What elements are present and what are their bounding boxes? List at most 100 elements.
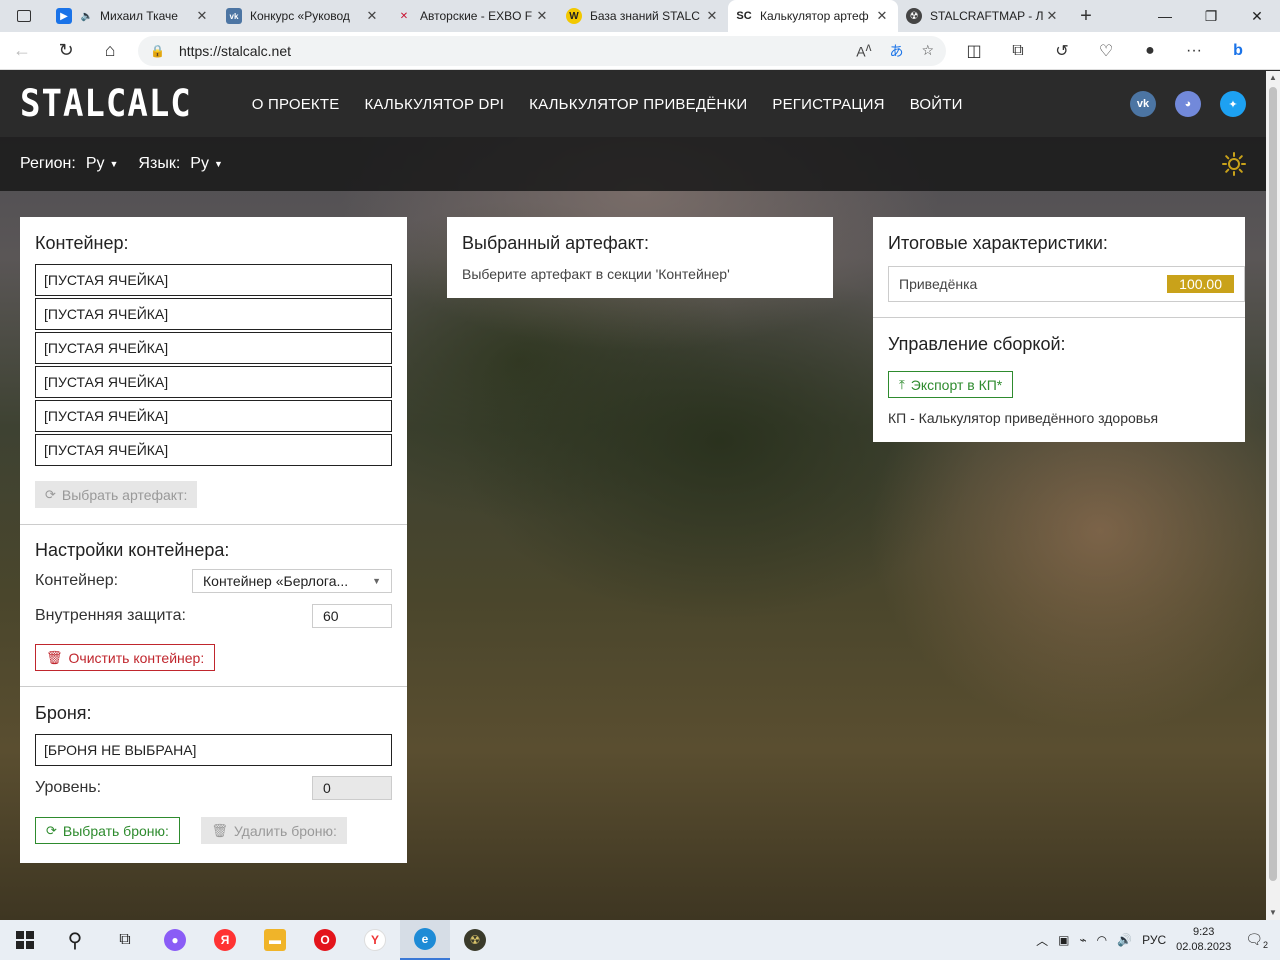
browser-tab[interactable]: W База знаний STALC ✕ <box>558 0 728 32</box>
select-artifact-button[interactable]: ⟳ Выбрать артефакт: <box>35 481 198 508</box>
container-slot[interactable]: [ПУСТАЯ ЯЧЕЙКА] <box>35 264 392 296</box>
export-button[interactable]: ⤒ Экспорт в КП* <box>888 371 1014 398</box>
speaker-icon[interactable]: 🔈 <box>80 8 94 24</box>
more-menu-icon[interactable]: ··· <box>1172 42 1216 60</box>
browser-tab[interactable]: ✕ Авторские - EXBO F ✕ <box>388 0 558 32</box>
close-icon[interactable]: ✕ <box>364 8 380 24</box>
scrollbar-thumb[interactable] <box>1269 87 1277 881</box>
language-select[interactable]: Ру ▼ <box>190 155 223 173</box>
region-label: Регион: <box>20 155 76 172</box>
menu-item-about[interactable]: О ПРОЕКТЕ <box>252 96 340 113</box>
twitter-icon[interactable]: ✦ <box>1220 91 1246 117</box>
container-slot[interactable]: [ПУСТАЯ ЯЧЕЙКА] <box>35 332 392 364</box>
delete-armor-button[interactable]: 🗑 Удалить броню: <box>201 817 347 844</box>
container-slot[interactable]: [ПУСТАЯ ЯЧЕЙКА] <box>35 298 392 330</box>
home-icon[interactable]: ⌂ <box>88 40 132 61</box>
notifications-icon[interactable]: 🗨2 <box>1245 931 1268 950</box>
browser-tab-active[interactable]: SC Калькулятор артеф ✕ <box>728 0 898 32</box>
vk-icon[interactable]: vk <box>1130 91 1156 117</box>
stalcraft-icon[interactable]: ☢ <box>450 920 500 960</box>
task-view-icon[interactable]: ⧉ <box>100 920 150 960</box>
caret-down-icon: ▼ <box>109 159 119 169</box>
profile-avatar-icon[interactable]: ● <box>1128 42 1172 60</box>
scroll-up-icon[interactable]: ▲ <box>1266 71 1280 85</box>
close-icon[interactable]: ✕ <box>874 8 890 24</box>
page-scrollbar[interactable]: ▲ ▼ <box>1266 71 1280 920</box>
volume-icon[interactable]: 🔊 <box>1117 933 1132 947</box>
radiation-icon: ☢ <box>906 8 922 24</box>
refresh-icon[interactable]: ↻ <box>44 40 88 61</box>
internal-protection-input[interactable]: 60 <box>312 604 392 628</box>
bing-icon[interactable]: b <box>1216 42 1260 60</box>
stat-row: Приведёнка 100.00 <box>888 266 1245 302</box>
browser-tab[interactable]: ▶ 🔈 Михаил Ткаче ✕ <box>48 0 218 32</box>
close-window-icon[interactable]: ✕ <box>1234 0 1280 32</box>
file-explorer-icon[interactable]: ▬ <box>250 920 300 960</box>
split-screen-icon[interactable]: ◫ <box>952 41 996 61</box>
theme-toggle-sun-icon[interactable] <box>1222 152 1246 176</box>
discord-icon[interactable]: ◕ <box>1175 91 1201 117</box>
main-menu: О ПРОЕКТЕ КАЛЬКУЛЯТОР DPI КАЛЬКУЛЯТОР ПР… <box>252 96 988 113</box>
close-icon[interactable]: ✕ <box>534 8 550 24</box>
caret-down-icon: ▼ <box>213 159 223 169</box>
new-tab-icon[interactable]: + <box>1068 5 1104 28</box>
close-icon[interactable]: ✕ <box>1044 8 1060 24</box>
youtube-icon: ▶ <box>56 8 72 24</box>
container-slot[interactable]: [ПУСТАЯ ЯЧЕЙКА] <box>35 434 392 466</box>
url-input[interactable]: 🔒 https://stalcalc.net Aʌ あ ☆ <box>138 35 946 66</box>
tray-app-icon[interactable]: ▣ <box>1058 933 1069 947</box>
edge-icon[interactable]: e <box>400 920 450 960</box>
menu-item-dpi[interactable]: КАЛЬКУЛЯТОР DPI <box>364 96 504 113</box>
restore-icon[interactable]: ❐ <box>1188 0 1234 32</box>
stat-value-badge: 100.00 <box>1167 275 1234 293</box>
caret-down-icon: ▼ <box>372 576 381 586</box>
site-header: STALCALC О ПРОЕКТЕ КАЛЬКУЛЯТОР DPI КАЛЬК… <box>0 71 1266 137</box>
build-management-title: Управление сборкой: <box>888 334 1066 354</box>
yandex-browser-icon[interactable]: Y <box>350 920 400 960</box>
close-icon[interactable]: ✕ <box>194 8 210 24</box>
wiki-icon: W <box>566 8 582 24</box>
refresh-icon: ⟳ <box>45 486 56 502</box>
social-links: vk ◕ ✦ <box>1111 91 1246 117</box>
wifi-icon[interactable]: ◠ <box>1097 933 1107 947</box>
network-icon[interactable]: ⌁ <box>1079 933 1086 947</box>
region-select[interactable]: Ру ▼ <box>86 155 119 173</box>
start-button[interactable] <box>0 920 50 960</box>
armor-level-input[interactable]: 0 <box>312 776 392 800</box>
alice-icon[interactable]: ● <box>150 920 200 960</box>
favorite-star-icon[interactable]: ☆ <box>921 42 934 59</box>
armor-slot[interactable]: [БРОНЯ НЕ ВЫБРАНА] <box>35 734 392 766</box>
menu-item-reduced-hp[interactable]: КАЛЬКУЛЯТОР ПРИВЕДЁНКИ <box>529 96 747 113</box>
chevron-up-icon[interactable]: ︿ <box>1036 932 1048 949</box>
browser-tab[interactable]: ☢ STALCRAFTMAP - Л ✕ <box>898 0 1068 32</box>
history-icon[interactable]: ↺ <box>1040 41 1084 61</box>
scroll-down-icon[interactable]: ▼ <box>1266 906 1280 920</box>
clear-container-button[interactable]: 🗑 Очистить контейнер: <box>35 644 216 671</box>
menu-item-register[interactable]: РЕГИСТРАЦИЯ <box>772 96 884 113</box>
input-language[interactable]: РУС <box>1142 933 1166 947</box>
search-icon[interactable]: ⚲ <box>50 920 100 960</box>
browser-tab[interactable]: vk Конкурс «Руковод ✕ <box>218 0 388 32</box>
container-slot[interactable]: [ПУСТАЯ ЯЧЕЙКА] <box>35 400 392 432</box>
clock[interactable]: 9:23 02.08.2023 <box>1176 925 1231 955</box>
collections-icon[interactable]: ⧉ <box>996 42 1040 60</box>
yandex-icon[interactable]: Я <box>200 920 250 960</box>
translate-icon[interactable]: あ <box>889 41 903 61</box>
performance-icon[interactable]: ♡ <box>1084 41 1128 61</box>
windows-taskbar: ⚲ ⧉ ● Я ▬ O Y e ☢ ︿ ▣ ⌁ ◠ 🔊 РУС 9:23 02.… <box>0 920 1280 960</box>
minimize-icon[interactable]: — <box>1142 0 1188 32</box>
tab-actions-icon[interactable] <box>0 0 48 32</box>
lock-icon[interactable]: 🔒 <box>150 44 165 58</box>
select-armor-button[interactable]: ⟳ Выбрать броню: <box>35 817 180 844</box>
container-slot[interactable]: [ПУСТАЯ ЯЧЕЙКА] <box>35 366 392 398</box>
system-tray: ︿ ▣ ⌁ ◠ 🔊 РУС 9:23 02.08.2023 🗨2 <box>1036 920 1280 960</box>
back-icon[interactable]: ← <box>0 40 44 61</box>
container-type-select[interactable]: Контейнер «Берлога... ▼ <box>192 569 392 593</box>
close-icon[interactable]: ✕ <box>704 8 720 24</box>
opera-icon[interactable]: O <box>300 920 350 960</box>
container-type-label: Контейнер: <box>35 572 119 589</box>
read-aloud-icon[interactable]: Aʌ <box>856 41 871 60</box>
window-controls: — ❐ ✕ <box>1142 0 1280 32</box>
menu-item-login[interactable]: ВОЙТИ <box>910 96 963 113</box>
site-logo[interactable]: STALCALC <box>20 82 192 126</box>
